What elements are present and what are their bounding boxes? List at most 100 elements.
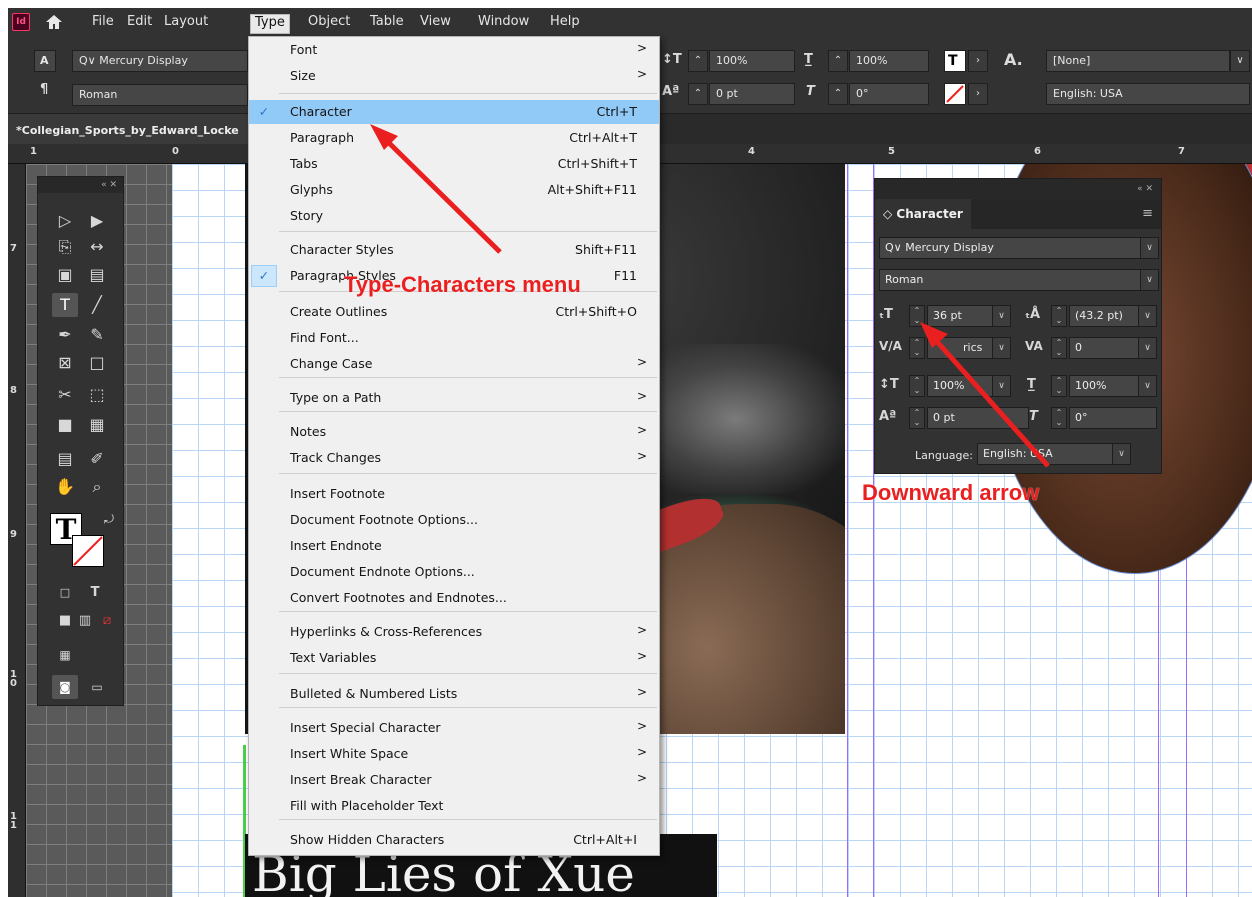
menu-help[interactable]: Help [546, 14, 584, 34]
baseline-shift-stepper[interactable]: ⌃ [688, 83, 708, 105]
font-size-field[interactable]: 36 pt ∨ [927, 305, 1011, 327]
selection-tool-icon[interactable]: ▶ [84, 209, 110, 233]
gradient-swatch-tool-icon[interactable]: ■ [52, 413, 78, 437]
menu-table[interactable]: Table [366, 14, 408, 34]
stroke-none-swatch[interactable] [944, 83, 966, 105]
tools-panel-header[interactable]: « ✕ [38, 177, 123, 193]
control-font-family[interactable]: Q∨ Mercury Display [72, 50, 248, 72]
panel-font-style[interactable]: Roman ∨ [879, 269, 1159, 291]
menu-item-character[interactable]: ✓ Character Ctrl+T [249, 100, 659, 124]
character-panel-header[interactable]: « ✕ [875, 179, 1161, 199]
menu-item-insert-footnote[interactable]: Insert Footnote [249, 482, 659, 506]
stroke-swatch[interactable] [72, 535, 104, 567]
menu-item-insert-white-space[interactable]: Insert White Space > [249, 742, 659, 766]
menu-item-find-font[interactable]: Find Font... [249, 326, 659, 350]
menu-item-character-styles[interactable]: Character Styles Shift+F11 [249, 238, 659, 262]
tracking-field[interactable]: 0 ∨ [1069, 337, 1157, 359]
skew-stepper[interactable]: ⌃ [828, 83, 848, 105]
menu-type[interactable]: Type [250, 14, 290, 34]
language-dropdown[interactable]: English: USA [1046, 83, 1250, 105]
menu-item-track-changes[interactable]: Track Changes > [249, 446, 659, 470]
scissors-tool-icon[interactable]: ✂ [52, 383, 78, 407]
menu-item-tabs[interactable]: Tabs Ctrl+Shift+T [249, 152, 659, 176]
screen-mode-alt-icon[interactable]: ▭ [84, 675, 110, 699]
swap-fill-stroke-icon[interactable]: ⤾ [96, 507, 122, 531]
character-style-dropdown[interactable]: [None] [1046, 50, 1230, 72]
eyedropper-tool-icon[interactable]: ✐ [84, 447, 110, 471]
horizontal-scale-field[interactable]: 100% ∨ [1069, 375, 1157, 397]
leading-field[interactable]: (43.2 pt) ∨ [1069, 305, 1157, 327]
menu-layout[interactable]: Layout [160, 14, 212, 34]
menu-item-document-endnote-options[interactable]: Document Endnote Options... [249, 560, 659, 584]
screen-mode-icon[interactable]: ◙ [52, 675, 78, 699]
menu-item-change-case[interactable]: Change Case > [249, 352, 659, 376]
menu-item-notes[interactable]: Notes > [249, 420, 659, 444]
chevron-down-icon[interactable]: ∨ [1138, 338, 1156, 358]
menu-item-paragraph[interactable]: Paragraph Ctrl+Alt+T [249, 126, 659, 150]
vertical-scale-field[interactable]: 100% ∨ [927, 375, 1011, 397]
vertical-ruler[interactable]: 7 8 9 1 0 1 1 [8, 164, 26, 897]
home-icon[interactable] [45, 13, 63, 31]
pen-tool-icon[interactable]: ✒ [52, 323, 78, 347]
chevron-down-icon[interactable]: ∨ [992, 376, 1010, 396]
gradient-feather-tool-icon[interactable]: ▦ [84, 413, 110, 437]
character-mode-button[interactable]: A [34, 50, 56, 72]
tracking-stepper[interactable]: ⌃ ⌄ [1051, 337, 1067, 359]
stroke-swatch-menu-button[interactable]: › [968, 83, 988, 105]
chevron-down-icon[interactable]: ∨ [1140, 238, 1158, 258]
character-panel-tab[interactable]: ◇ Character [875, 199, 971, 229]
control-font-style[interactable]: Roman [72, 84, 248, 106]
view-mode-icon[interactable]: ▦ [52, 643, 78, 667]
pencil-tool-icon[interactable]: ✎ [84, 323, 110, 347]
vertical-scale-field[interactable]: 100% [709, 50, 795, 72]
chevron-down-icon[interactable]: ∨ [1138, 306, 1156, 326]
zoom-tool-icon[interactable]: ⌕ [84, 475, 110, 499]
horizontal-scale-field[interactable]: 100% [849, 50, 929, 72]
menu-item-create-outlines[interactable]: Create Outlines Ctrl+Shift+O [249, 300, 659, 324]
apply-none-icon[interactable]: ⧄ [94, 609, 120, 633]
panel-font-family[interactable]: Q∨ Mercury Display ∨ [879, 237, 1159, 259]
menu-object[interactable]: Object [304, 14, 354, 34]
skew-stepper[interactable]: ⌃ ⌄ [1051, 407, 1067, 429]
vertical-scale-stepper[interactable]: ⌃ ⌄ [909, 375, 925, 397]
menu-item-insert-break-character[interactable]: Insert Break Character > [249, 768, 659, 792]
chevron-down-icon[interactable]: ∨ [1112, 444, 1130, 464]
line-tool-icon[interactable]: ╱ [84, 293, 110, 317]
formatting-container-icon[interactable]: □ [52, 581, 78, 605]
skew-field[interactable]: 0° [1069, 407, 1157, 429]
free-transform-tool-icon[interactable]: ⬚ [84, 383, 110, 407]
fill-text-swatch[interactable]: T [944, 50, 966, 72]
panel-language-dropdown[interactable]: English: USA ∨ [977, 443, 1131, 465]
panel-menu-icon[interactable]: ≡ [1142, 206, 1153, 221]
chevron-down-icon[interactable]: ∨ [992, 338, 1010, 358]
kerning-stepper[interactable]: ⌃ ⌄ [909, 337, 925, 359]
menu-item-story[interactable]: Story [249, 204, 659, 228]
menu-item-hyperlinks-cross-references[interactable]: Hyperlinks & Cross-References > [249, 620, 659, 644]
menu-item-fill-with-placeholder-text[interactable]: Fill with Placeholder Text [249, 794, 659, 818]
menu-item-type-on-a-path[interactable]: Type on a Path > [249, 386, 659, 410]
rectangle-tool-icon[interactable]: □ [84, 351, 110, 375]
chevron-down-icon[interactable]: ∨ [992, 306, 1010, 326]
note-tool-icon[interactable]: ▤ [52, 447, 78, 471]
horizontal-scale-stepper[interactable]: ⌃ [828, 50, 848, 72]
menu-item-size[interactable]: Size > [249, 64, 659, 88]
menu-item-convert-footnotes-and-endnotes[interactable]: Convert Footnotes and Endnotes... [249, 586, 659, 610]
baseline-shift-field[interactable]: 0 pt [927, 407, 1029, 429]
leading-stepper[interactable]: ⌃ ⌄ [1051, 305, 1067, 327]
rectangle-frame-tool-icon[interactable]: ⊠ [52, 351, 78, 375]
menu-item-font[interactable]: Font > [249, 38, 659, 62]
menu-item-glyphs[interactable]: Glyphs Alt+Shift+F11 [249, 178, 659, 202]
gap-tool-icon[interactable]: ↔ [84, 235, 110, 259]
page-tool-icon[interactable]: ⎘ [52, 235, 78, 259]
kerning-field[interactable]: rics ∨ [927, 337, 1011, 359]
baseline-shift-stepper[interactable]: ⌃ ⌄ [909, 407, 925, 429]
menu-item-bulleted-numbered-lists[interactable]: Bulleted & Numbered Lists > [249, 682, 659, 706]
menu-item-insert-special-character[interactable]: Insert Special Character > [249, 716, 659, 740]
fill-swatch-menu-button[interactable]: › [968, 50, 988, 72]
vertical-scale-stepper[interactable]: ⌃ [688, 50, 708, 72]
type-tool-icon[interactable]: T [52, 293, 78, 317]
character-style-dropdown-arrow[interactable]: ∨ [1230, 50, 1250, 72]
content-collector-icon[interactable]: ▣ [52, 263, 78, 287]
baseline-shift-field[interactable]: 0 pt [709, 83, 795, 105]
chevron-down-icon[interactable]: ∨ [1138, 376, 1156, 396]
